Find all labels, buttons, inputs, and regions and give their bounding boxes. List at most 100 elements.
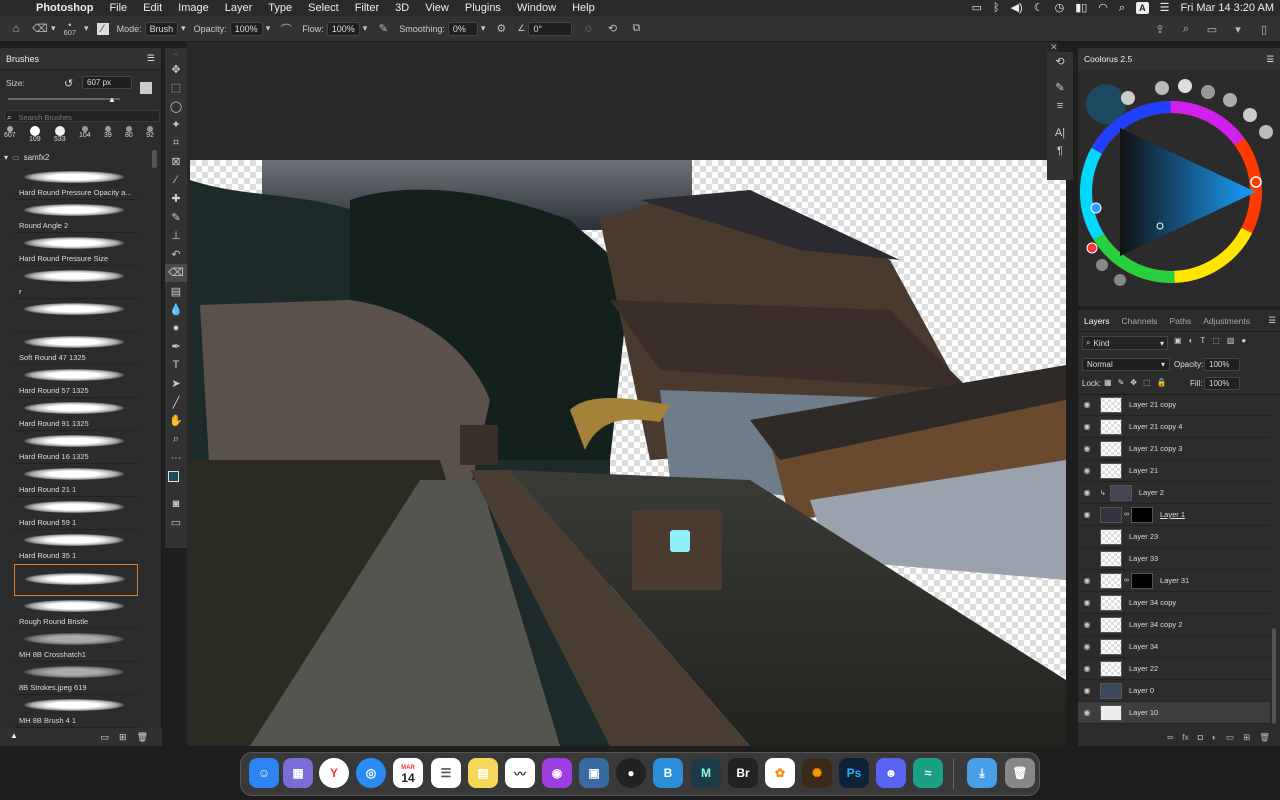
brush-item-selected[interactable] xyxy=(14,564,138,596)
type-filter-icon[interactable]: T xyxy=(1200,336,1205,345)
brush-item[interactable]: Hard Round 59 1 xyxy=(14,498,138,530)
menu-filter[interactable]: Filter xyxy=(347,0,387,16)
brush-item[interactable]: Round Angle 2 xyxy=(14,201,138,233)
brush-item[interactable] xyxy=(14,300,138,332)
search-brushes-box[interactable]: ⌕ Search Brushes xyxy=(4,110,160,122)
flow-chevron-icon[interactable]: ▾ xyxy=(363,23,368,34)
safari-icon[interactable]: ◎ xyxy=(356,758,386,788)
brush-item[interactable]: Hard Round Pressure Size xyxy=(14,234,138,266)
reset-size-icon[interactable]: ↺ xyxy=(64,77,73,90)
eraser-tool-icon[interactable]: ⌫ xyxy=(165,263,187,282)
size-slider[interactable] xyxy=(8,98,120,100)
coolorus-title[interactable]: Coolorus 2.5 xyxy=(1084,54,1132,64)
menu-type[interactable]: Type xyxy=(260,0,300,16)
display-icon[interactable]: ▭ xyxy=(972,0,982,16)
document-canvas[interactable] xyxy=(190,160,1066,746)
new-group-icon[interactable]: ▭ xyxy=(1226,732,1234,743)
brush-tool-icon[interactable]: ✎ xyxy=(165,208,187,227)
preset-6[interactable]: 92 xyxy=(146,126,154,148)
pressure-size-icon[interactable]: ◌ xyxy=(580,21,596,37)
podcasts-icon[interactable]: ◉ xyxy=(542,758,572,788)
photoshop-dock-icon[interactable]: Ps xyxy=(839,758,869,788)
trash-icon[interactable]: 🗑 xyxy=(1005,758,1035,788)
foreground-color-swatch[interactable] xyxy=(168,471,179,482)
home-icon[interactable]: ⌂ xyxy=(8,21,24,37)
brushes-panel-title[interactable]: Brushes xyxy=(6,54,39,64)
brush-item[interactable]: Hard Round 21 1 xyxy=(14,465,138,497)
menu-help[interactable]: Help xyxy=(564,0,603,16)
lock-all-icon[interactable]: 🔒 xyxy=(1157,378,1167,387)
tab-layers[interactable]: Layers xyxy=(1078,316,1116,326)
line-tool-icon[interactable]: ╱ xyxy=(165,393,187,412)
brush-item[interactable]: 8B Strokes.jpeg 619 xyxy=(14,663,138,695)
type-tool-icon[interactable]: T xyxy=(165,356,187,375)
eye-icon[interactable]: ◉ xyxy=(1078,422,1096,431)
layer-row[interactable]: ◉ Layer 21 copy 4 xyxy=(1078,416,1270,438)
menu-layer[interactable]: Layer xyxy=(217,0,261,16)
folder-icon[interactable]: ▭ xyxy=(101,732,110,743)
eye-icon[interactable]: ◉ xyxy=(1078,598,1096,607)
trash-icon[interactable]: 🗑 xyxy=(137,732,148,743)
media-encoder-icon[interactable]: M xyxy=(691,758,721,788)
eye-icon[interactable]: ◉ xyxy=(1078,642,1096,651)
fill-field[interactable]: 100% xyxy=(1204,377,1240,390)
layer-row[interactable]: ◉ ↳ Layer 2 xyxy=(1078,482,1270,504)
preset-2[interactable]: 533 xyxy=(54,126,66,148)
tool-preset-chevron-icon[interactable]: ▾ xyxy=(51,23,56,34)
brush-item[interactable]: Hard Round Pressure Opacity a... xyxy=(14,168,138,200)
shape-filter-icon[interactable]: ⬚ xyxy=(1212,336,1220,345)
eye-icon[interactable]: ◉ xyxy=(1078,444,1096,453)
control-center-icon[interactable]: ☰ xyxy=(1160,0,1170,16)
add-mask-icon[interactable]: ◘ xyxy=(1198,732,1203,742)
adjustment-filter-icon[interactable]: ◐ xyxy=(1189,336,1194,345)
brush-item[interactable]: Hard Round 57 1325 xyxy=(14,366,138,398)
eye-icon[interactable]: ◉ xyxy=(1078,708,1096,717)
dodge-tool-icon[interactable]: ● xyxy=(165,319,187,338)
eye-icon[interactable]: ◉ xyxy=(1078,686,1096,695)
eye-icon[interactable]: ◉ xyxy=(1078,488,1096,497)
eye-icon[interactable]: ◉ xyxy=(1078,620,1096,629)
opacity-chevron-icon[interactable]: ▾ xyxy=(266,23,271,34)
sphere-app-icon[interactable]: ● xyxy=(616,758,646,788)
preset-1[interactable]: 109 xyxy=(29,126,41,148)
menu-3d[interactable]: 3D xyxy=(387,0,417,16)
gradient-tool-icon[interactable]: ▤ xyxy=(165,282,187,301)
eye-icon[interactable]: ◉ xyxy=(1078,466,1096,475)
eye-icon[interactable]: ◉ xyxy=(1078,510,1096,519)
filter-toggle-icon[interactable]: ● xyxy=(1241,336,1246,345)
size-slider-thumb[interactable]: ▲ xyxy=(108,95,116,104)
lock-artboard-icon[interactable]: ⬚ xyxy=(1143,378,1151,387)
eyedropper-tool-icon[interactable]: ⁄ xyxy=(165,171,187,190)
panel-menu-icon[interactable]: ☰ xyxy=(1268,315,1276,326)
menubar-clock[interactable]: Fri Mar 14 3:20 AM xyxy=(1180,0,1274,16)
smoothing-gear-icon[interactable]: ⚙ xyxy=(493,21,509,37)
brush-settings-icon[interactable]: ✎ xyxy=(1047,79,1073,98)
freeform-icon[interactable]: 〰 xyxy=(505,758,535,788)
layer-opacity-field[interactable]: 100% xyxy=(1204,358,1240,371)
workspace-chevron-icon[interactable]: ▾ xyxy=(1230,21,1246,37)
eye-icon[interactable]: ◉ xyxy=(1078,664,1096,673)
healing-brush-tool-icon[interactable]: ✚ xyxy=(165,190,187,209)
new-layer-icon[interactable]: ⊞ xyxy=(1243,732,1250,743)
layers-scrollbar[interactable] xyxy=(1272,628,1276,724)
panel-menu-icon[interactable]: ☰ xyxy=(147,53,155,64)
menu-file[interactable]: File xyxy=(101,0,135,16)
tab-channels[interactable]: Channels xyxy=(1116,316,1164,326)
brush-group[interactable]: ▾ ▭ samfx2 xyxy=(4,153,49,162)
lasso-tool-icon[interactable]: ◯ xyxy=(165,97,187,116)
reminders-icon[interactable]: ☰ xyxy=(431,758,461,788)
history-icon[interactable]: ⟲ xyxy=(1047,52,1073,71)
brush-picker-chevron-icon[interactable]: ▾ xyxy=(84,23,89,34)
more-tools-icon[interactable]: ··· xyxy=(165,449,187,468)
preview-icon[interactable]: ▣ xyxy=(579,758,609,788)
brush-settings-icon[interactable]: ⁄ xyxy=(96,22,109,35)
move-tool-icon[interactable]: ✥ xyxy=(165,60,187,79)
volume-icon[interactable]: ◀) xyxy=(1011,0,1023,16)
color-swatches[interactable] xyxy=(165,467,187,495)
brush-item[interactable]: Hard Round 16 1325 xyxy=(14,432,138,464)
search-icon[interactable]: ⌕ xyxy=(1178,21,1194,37)
blend-mode-select[interactable]: Normal ▾ xyxy=(1082,358,1170,371)
menu-view[interactable]: View xyxy=(417,0,457,16)
pixel-filter-icon[interactable]: ▣ xyxy=(1174,336,1182,345)
layer-row[interactable]: ◉ Layer 34 copy 2 xyxy=(1078,614,1270,636)
